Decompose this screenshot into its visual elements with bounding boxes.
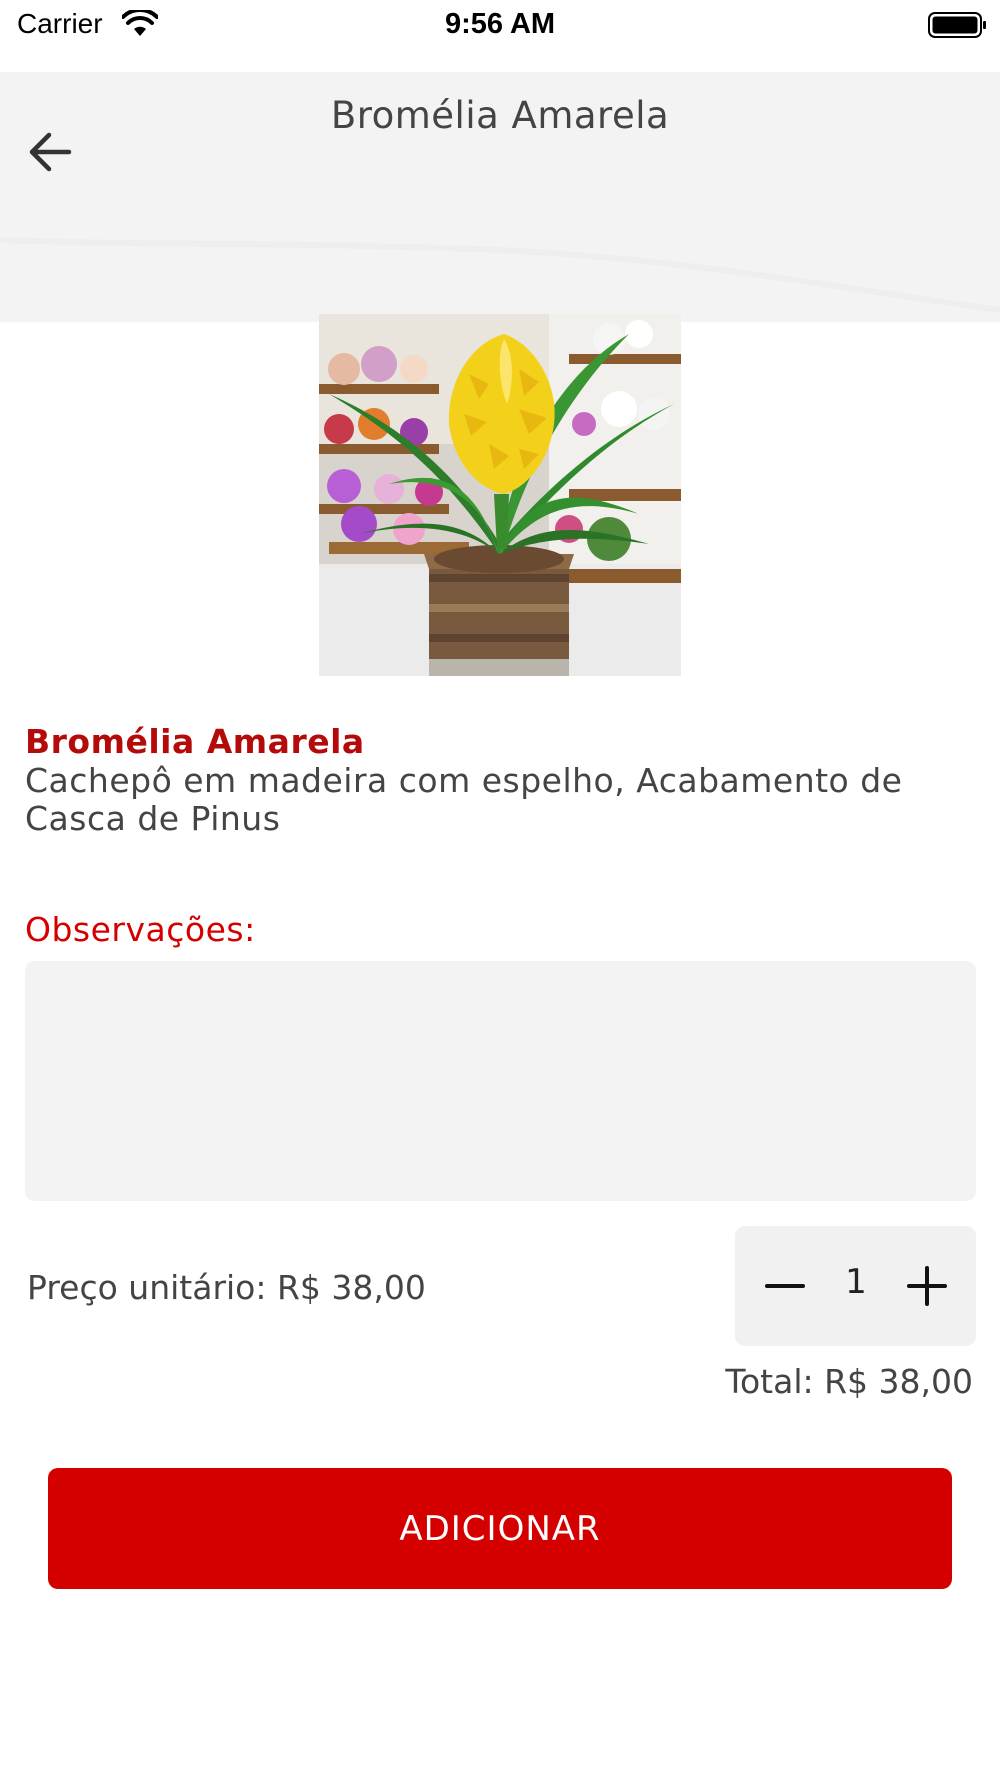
status-bar: Carrier 9:56 AM	[0, 0, 1000, 72]
clock: 9:56 AM	[444, 8, 556, 40]
product-image	[319, 314, 681, 676]
add-button[interactable]: ADICIONAR	[48, 1468, 952, 1589]
decrease-quantity-button[interactable]	[755, 1256, 815, 1316]
product-name: Bromélia Amarela	[25, 722, 365, 761]
unit-price: Preço unitário: R$ 38,00	[27, 1268, 426, 1307]
quantity-stepper: 1	[735, 1226, 976, 1346]
total-price: Total: R$ 38,00	[725, 1362, 973, 1401]
battery-icon	[928, 11, 988, 39]
plus-icon	[907, 1266, 947, 1306]
observations-label: Observações:	[25, 910, 256, 949]
quantity-value: 1	[845, 1262, 867, 1302]
header-wave	[0, 200, 1000, 313]
minus-icon	[765, 1284, 805, 1288]
observations-field[interactable]	[25, 961, 976, 1201]
product-description: Cachepô em madeira com espelho, Acabamen…	[25, 761, 903, 838]
increase-quantity-button[interactable]	[897, 1256, 957, 1316]
page-title: Bromélia Amarela	[330, 94, 670, 137]
